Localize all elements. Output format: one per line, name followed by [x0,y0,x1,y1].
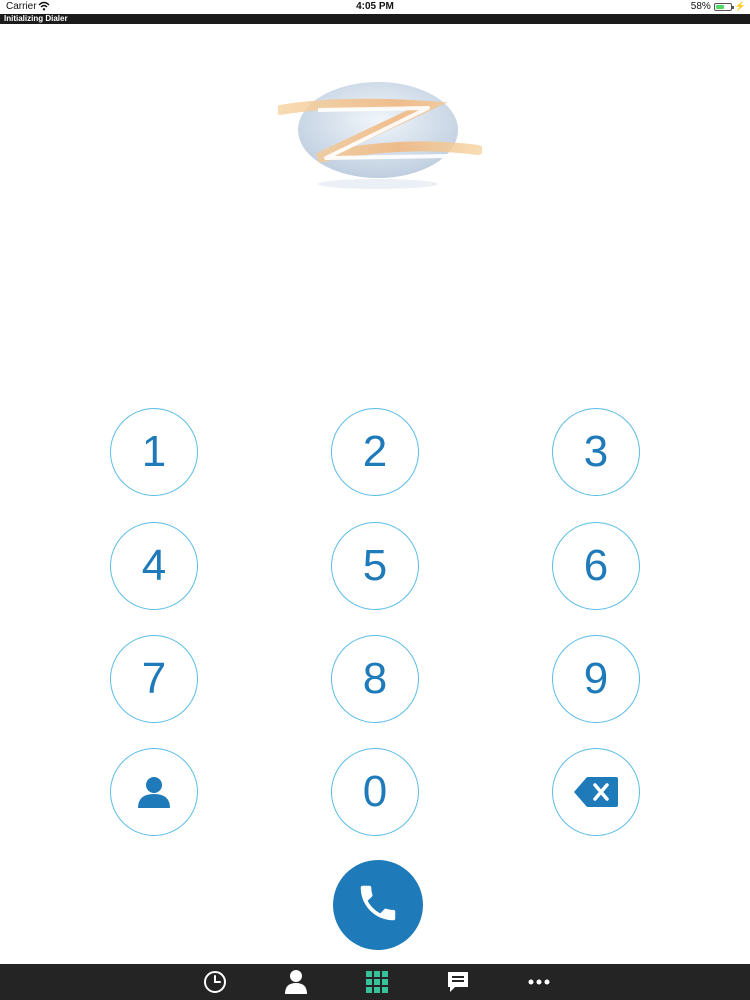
history-icon[interactable] [202,969,228,995]
initializing-banner: Initializing Dialer [0,14,750,24]
status-time: 4:05 PM [356,1,394,12]
key-2-label: 2 [362,427,388,476]
battery-fill [715,4,724,9]
contacts-key[interactable] [110,748,198,836]
key-7[interactable]: 7 [110,635,198,723]
key-4-label: 4 [141,541,167,590]
key-7-label: 7 [141,654,167,703]
tab-bar [0,964,750,1000]
call-button[interactable] [333,860,423,950]
key-4[interactable]: 4 [110,522,198,610]
key-5[interactable]: 5 [331,522,419,610]
person-icon [137,776,171,808]
key-6-label: 6 [583,541,609,590]
battery-status: 58% ⚡ [691,1,746,12]
key-1-label: 1 [141,427,167,476]
key-8-label: 8 [362,654,388,703]
status-bar: Carrier 4:05 PM 58% ⚡ [0,0,750,14]
key-8[interactable]: 8 [331,635,419,723]
battery-percent: 58% [690,1,711,12]
battery-icon [713,2,734,11]
contacts-icon[interactable] [283,969,309,995]
phone-icon [355,880,401,931]
messages-icon[interactable] [445,969,471,995]
charging-icon: ⚡ [734,1,746,11]
z-logo [275,80,483,192]
key-9[interactable]: 9 [552,635,640,723]
key-1[interactable]: 1 [110,408,198,496]
more-icon[interactable] [526,969,552,995]
key-9-label: 9 [583,654,609,703]
key-0-label: 0 [362,767,388,816]
key-2[interactable]: 2 [331,408,419,496]
key-6[interactable]: 6 [552,522,640,610]
key-0[interactable]: 0 [331,748,419,836]
keypad-icon[interactable] [364,969,390,995]
key-3-label: 3 [583,427,609,476]
backspace-key[interactable] [552,748,640,836]
key-5-label: 5 [362,541,388,590]
key-3[interactable]: 3 [552,408,640,496]
backspace-icon [573,776,619,808]
